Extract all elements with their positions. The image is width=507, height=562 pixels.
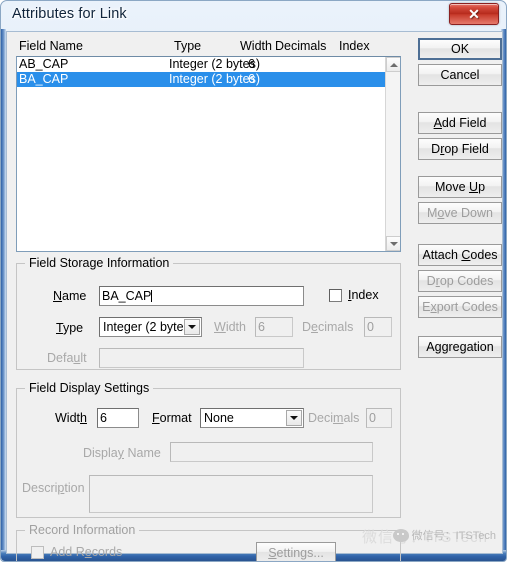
- watermark: 微信号：ITSTech: [392, 527, 496, 543]
- field-display-legend: Field Display Settings: [25, 381, 154, 395]
- record-information-group: Record Information Add Records Settings.…: [16, 523, 401, 561]
- field-list-header: Field Name Type Width Decimals Index: [16, 39, 401, 56]
- description-input: [89, 475, 373, 513]
- dialog-client-area: Field Name Type Width Decimals Index AB_…: [6, 31, 503, 561]
- chevron-down-icon[interactable]: [286, 410, 302, 426]
- type-dropdown[interactable]: Integer (2 byte:: [99, 317, 202, 337]
- attach-codes-button[interactable]: Attach Codes: [418, 244, 502, 266]
- column-header-index: Index: [339, 39, 370, 53]
- field-row-type: Integer (2 bytes): [169, 57, 261, 71]
- name-input[interactable]: BA_CAP: [99, 286, 304, 306]
- field-row-name: BA_CAP: [19, 72, 69, 86]
- move-up-button[interactable]: Move Up: [418, 176, 502, 198]
- aggregation-button[interactable]: Aggregation: [418, 336, 502, 358]
- column-header-type: Type: [174, 39, 202, 53]
- default-label: Default: [47, 351, 87, 365]
- index-label: Index: [348, 288, 379, 302]
- field-row-width: 6: [248, 57, 255, 71]
- field-list-row[interactable]: AB_CAP Integer (2 bytes) 6: [17, 57, 386, 72]
- export-codes-button: Export Codes: [418, 296, 502, 318]
- name-label: Name: [53, 289, 87, 303]
- cancel-button[interactable]: Cancel: [418, 64, 502, 86]
- field-row-width: 6: [248, 72, 255, 86]
- format-dropdown-value: None: [204, 411, 234, 425]
- storage-width-label: Width: [214, 320, 246, 334]
- watermark-text: 微信号：ITSTech: [411, 530, 496, 542]
- type-dropdown-value: Integer (2 byte:: [103, 320, 188, 334]
- field-row-type: Integer (2 bytes): [169, 72, 261, 86]
- add-field-button[interactable]: Add Field: [418, 112, 502, 134]
- drop-codes-button: Drop Codes: [418, 270, 502, 292]
- title-bar[interactable]: Attributes for Link ✕: [1, 1, 506, 31]
- column-header-decimals: Decimals: [275, 39, 327, 53]
- display-width-input[interactable]: 6: [97, 408, 139, 428]
- add-records-label: Add Records: [50, 545, 123, 559]
- storage-width-input: 6: [255, 317, 293, 337]
- drop-field-button[interactable]: Drop Field: [418, 138, 502, 160]
- settings-button: Settings...: [256, 542, 336, 561]
- display-decimals-label: Decimals: [308, 411, 360, 425]
- format-label: Format: [152, 411, 192, 425]
- type-label: Type: [56, 321, 84, 335]
- field-list-scrollbar[interactable]: [385, 57, 400, 251]
- column-header-width: Width: [240, 39, 272, 53]
- display-width-label: Width: [55, 411, 87, 425]
- display-name-label: Display Name: [83, 446, 161, 460]
- record-information-legend: Record Information: [25, 523, 140, 537]
- ok-button[interactable]: OK: [418, 38, 502, 60]
- description-label: Description: [22, 481, 85, 495]
- storage-decimals-label: Decimals: [302, 320, 354, 334]
- field-row-name: AB_CAP: [19, 57, 69, 71]
- field-display-group: Field Display Settings Width 6 Format No…: [16, 381, 401, 518]
- close-button[interactable]: ✕: [449, 3, 499, 25]
- scroll-down-icon[interactable]: [386, 236, 400, 251]
- display-name-input: [170, 442, 373, 462]
- display-decimals-input: 0: [366, 408, 392, 428]
- scroll-up-icon[interactable]: [386, 57, 400, 72]
- storage-decimals-input: 0: [364, 317, 392, 337]
- default-input: [99, 348, 304, 368]
- field-storage-group: Field Storage Information Name BA_CAP In…: [16, 256, 401, 370]
- field-storage-legend: Field Storage Information: [25, 256, 174, 270]
- field-list-row[interactable]: BA_CAP Integer (2 bytes) 6: [17, 72, 386, 87]
- move-down-button: Move Down: [418, 202, 502, 224]
- window-title: Attributes for Link: [12, 6, 127, 22]
- name-input-value: BA_CAP: [102, 289, 152, 303]
- dialog-window: Attributes for Link ✕ Field Name Type Wi…: [0, 0, 507, 562]
- add-records-checkbox: [31, 546, 44, 559]
- field-list[interactable]: AB_CAP Integer (2 bytes) 6 BA_CAP Integer (2…: [16, 56, 401, 252]
- chevron-down-icon[interactable]: [184, 319, 200, 335]
- column-header-field-name: Field Name: [19, 39, 83, 53]
- close-icon: ✕: [468, 5, 480, 22]
- field-list-rows: AB_CAP Integer (2 bytes) 6 BA_CAP Integer (2…: [17, 57, 386, 87]
- format-dropdown[interactable]: None: [200, 408, 304, 428]
- index-checkbox[interactable]: [329, 289, 342, 302]
